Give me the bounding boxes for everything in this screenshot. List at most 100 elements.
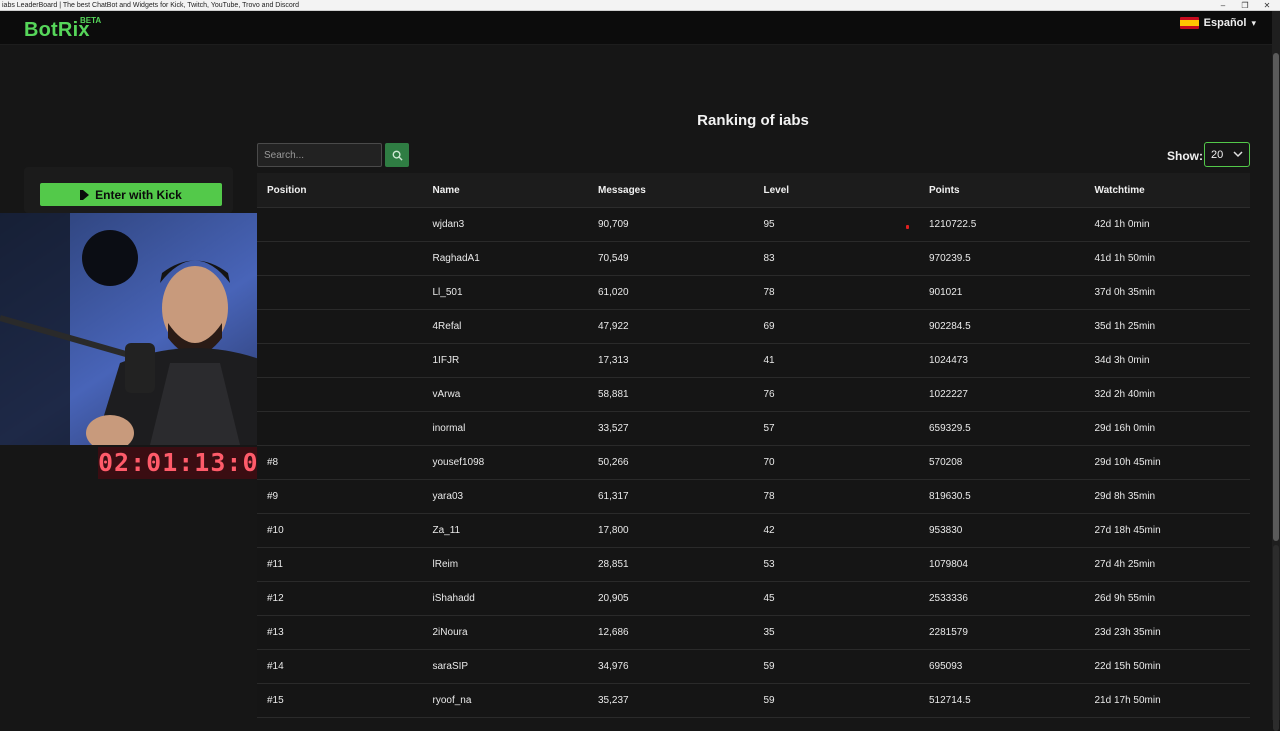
column-header-name[interactable]: Name [423, 185, 589, 196]
cell-name[interactable]: iShahadd [423, 593, 589, 604]
cell-name[interactable]: lReim [423, 559, 589, 570]
cell-watchtime: 29d 16h 0min [1094, 423, 1156, 434]
cell-messages: 35,237 [598, 695, 629, 706]
cell-name[interactable]: 1IFJR [423, 355, 589, 366]
cell-points: 2533336 [929, 593, 968, 604]
table-row: #9 yara03 61,317 78 819630.5 29d 8h 35min [257, 480, 1250, 514]
cell-messages: 12,686 [598, 627, 629, 638]
cell-messages: 47,922 [598, 321, 629, 332]
cell-position: #14 [267, 661, 284, 672]
cell-points: 570208 [929, 457, 963, 468]
cell-name[interactable]: vArwa [423, 389, 589, 400]
cell-level: 41 [763, 355, 775, 366]
cell-points: 953830 [929, 525, 963, 536]
cell-watchtime: 41d 1h 50min [1094, 253, 1156, 264]
column-header-level[interactable]: Level [754, 185, 920, 196]
cell-position: #13 [267, 627, 284, 638]
cell-messages: 70,549 [598, 253, 629, 264]
cell-points: 512714.5 [929, 695, 971, 706]
cell-name[interactable]: Za_11 [423, 525, 589, 536]
cell-name[interactable]: RaghadA1 [423, 253, 589, 264]
cell-name[interactable]: saraSIP [423, 661, 589, 672]
maximize-button[interactable]: ❐ [1234, 0, 1256, 11]
table-row: #10 Za_11 17,800 42 953830 27d 18h 45min [257, 514, 1250, 548]
cell-level: 78 [763, 287, 775, 298]
cell-messages: 58,881 [598, 389, 629, 400]
cell-name[interactable]: Ll_501 [423, 287, 589, 298]
cell-watchtime: 22d 15h 50min [1094, 661, 1161, 672]
search-button[interactable] [385, 143, 409, 167]
show-label: Show: [1167, 149, 1203, 163]
cell-points: 1079804 [929, 559, 968, 570]
table-row: inormal 33,527 57 659329.5 29d 16h 0min [257, 412, 1250, 446]
cell-watchtime: 37d 0h 35min [1094, 287, 1156, 298]
table-header: Position Name Messages Level Points Watc… [257, 173, 1250, 208]
chevron-down-icon: ▾ [1251, 17, 1256, 28]
window-title: iabs LeaderBoard | The best ChatBot and … [2, 2, 300, 9]
cell-watchtime: 26d 9h 55min [1094, 593, 1156, 604]
table-row: RaghadA1 70,549 83 970239.5 41d 1h 50min [257, 242, 1250, 276]
cell-watchtime: 35d 1h 25min [1094, 321, 1156, 332]
cell-position: #11 [267, 559, 283, 570]
cell-name[interactable]: yara03 [423, 491, 589, 502]
cell-level: 95 [763, 219, 775, 230]
cell-name[interactable]: wjdan3 [423, 219, 589, 230]
table-row: wjdan3 90,709 95 1210722.5 42d 1h 0min [257, 208, 1250, 242]
cell-messages: 33,527 [598, 423, 629, 434]
cell-messages: 90,709 [598, 219, 629, 230]
cell-level: 53 [763, 559, 775, 570]
column-header-points[interactable]: Points [919, 185, 1085, 196]
table-row: #15 ryoof_na 35,237 59 512714.5 21d 17h 50min [257, 684, 1250, 718]
page-title: Ranking of iabs [697, 112, 809, 129]
table-row: #11 lReim 28,851 53 1079804 27d 4h 25min [257, 548, 1250, 582]
scrollbar-thumb[interactable] [1273, 53, 1279, 541]
cell-level: 57 [763, 423, 775, 434]
beta-badge: BETA [80, 16, 102, 25]
cell-name[interactable]: yousef1098 [423, 457, 589, 468]
cell-messages: 61,317 [598, 491, 629, 502]
cell-points: 970239.5 [929, 253, 971, 264]
leaderboard-table: Position Name Messages Level Points Watc… [257, 173, 1250, 718]
minimize-button[interactable]: – [1212, 0, 1234, 11]
cell-watchtime: 27d 18h 45min [1094, 525, 1161, 536]
cell-points: 659329.5 [929, 423, 971, 434]
window-titlebar: iabs LeaderBoard | The best ChatBot and … [0, 0, 1280, 11]
chevron-down-icon [1233, 151, 1243, 158]
page-scrollbar[interactable] [1272, 11, 1280, 731]
column-header-watchtime[interactable]: Watchtime [1085, 185, 1251, 196]
cell-points: 901021 [929, 287, 963, 298]
table-row: #8 yousef1098 50,266 70 570208 29d 10h 45min [257, 446, 1250, 480]
table-row: #12 iShahadd 20,905 45 2533336 26d 9h 55min [257, 582, 1250, 616]
cell-level: 78 [763, 491, 775, 502]
cell-position: #8 [267, 457, 279, 468]
cell-watchtime: 29d 8h 35min [1094, 491, 1156, 502]
cell-position: #10 [267, 525, 284, 536]
enter-with-kick-button[interactable]: Enter with Kick [40, 183, 222, 206]
cell-points: 2281579 [929, 627, 968, 638]
close-window-button[interactable]: ✕ [1256, 0, 1278, 11]
cell-level: 83 [763, 253, 775, 264]
cell-messages: 50,266 [598, 457, 629, 468]
cell-points: 902284.5 [929, 321, 971, 332]
cell-level: 69 [763, 321, 775, 332]
table-row: vArwa 58,881 76 1022227 32d 2h 40min [257, 378, 1250, 412]
cell-name[interactable]: inormal [423, 423, 589, 434]
cell-points: 695093 [929, 661, 963, 672]
language-label: Español [1203, 17, 1247, 29]
cell-watchtime: 21d 17h 50min [1094, 695, 1161, 706]
language-selector[interactable]: Español ▾ [1179, 17, 1256, 29]
column-header-messages[interactable]: Messages [588, 185, 754, 196]
cell-name[interactable]: 4Refal [423, 321, 589, 332]
kick-icon [80, 189, 90, 200]
cell-watchtime: 42d 1h 0min [1094, 219, 1150, 230]
cell-watchtime: 32d 2h 40min [1094, 389, 1156, 400]
column-header-position[interactable]: Position [257, 185, 423, 196]
table-row: 4Refal 47,922 69 902284.5 35d 1h 25min [257, 310, 1250, 344]
cell-name[interactable]: ryoof_na [423, 695, 589, 706]
cell-messages: 28,851 [598, 559, 629, 570]
cell-level: 59 [763, 661, 775, 672]
show-count-select[interactable]: 20 [1204, 142, 1250, 167]
search-input[interactable] [257, 143, 382, 167]
cell-messages: 34,976 [598, 661, 629, 672]
cell-name[interactable]: 2iNoura [423, 627, 589, 638]
